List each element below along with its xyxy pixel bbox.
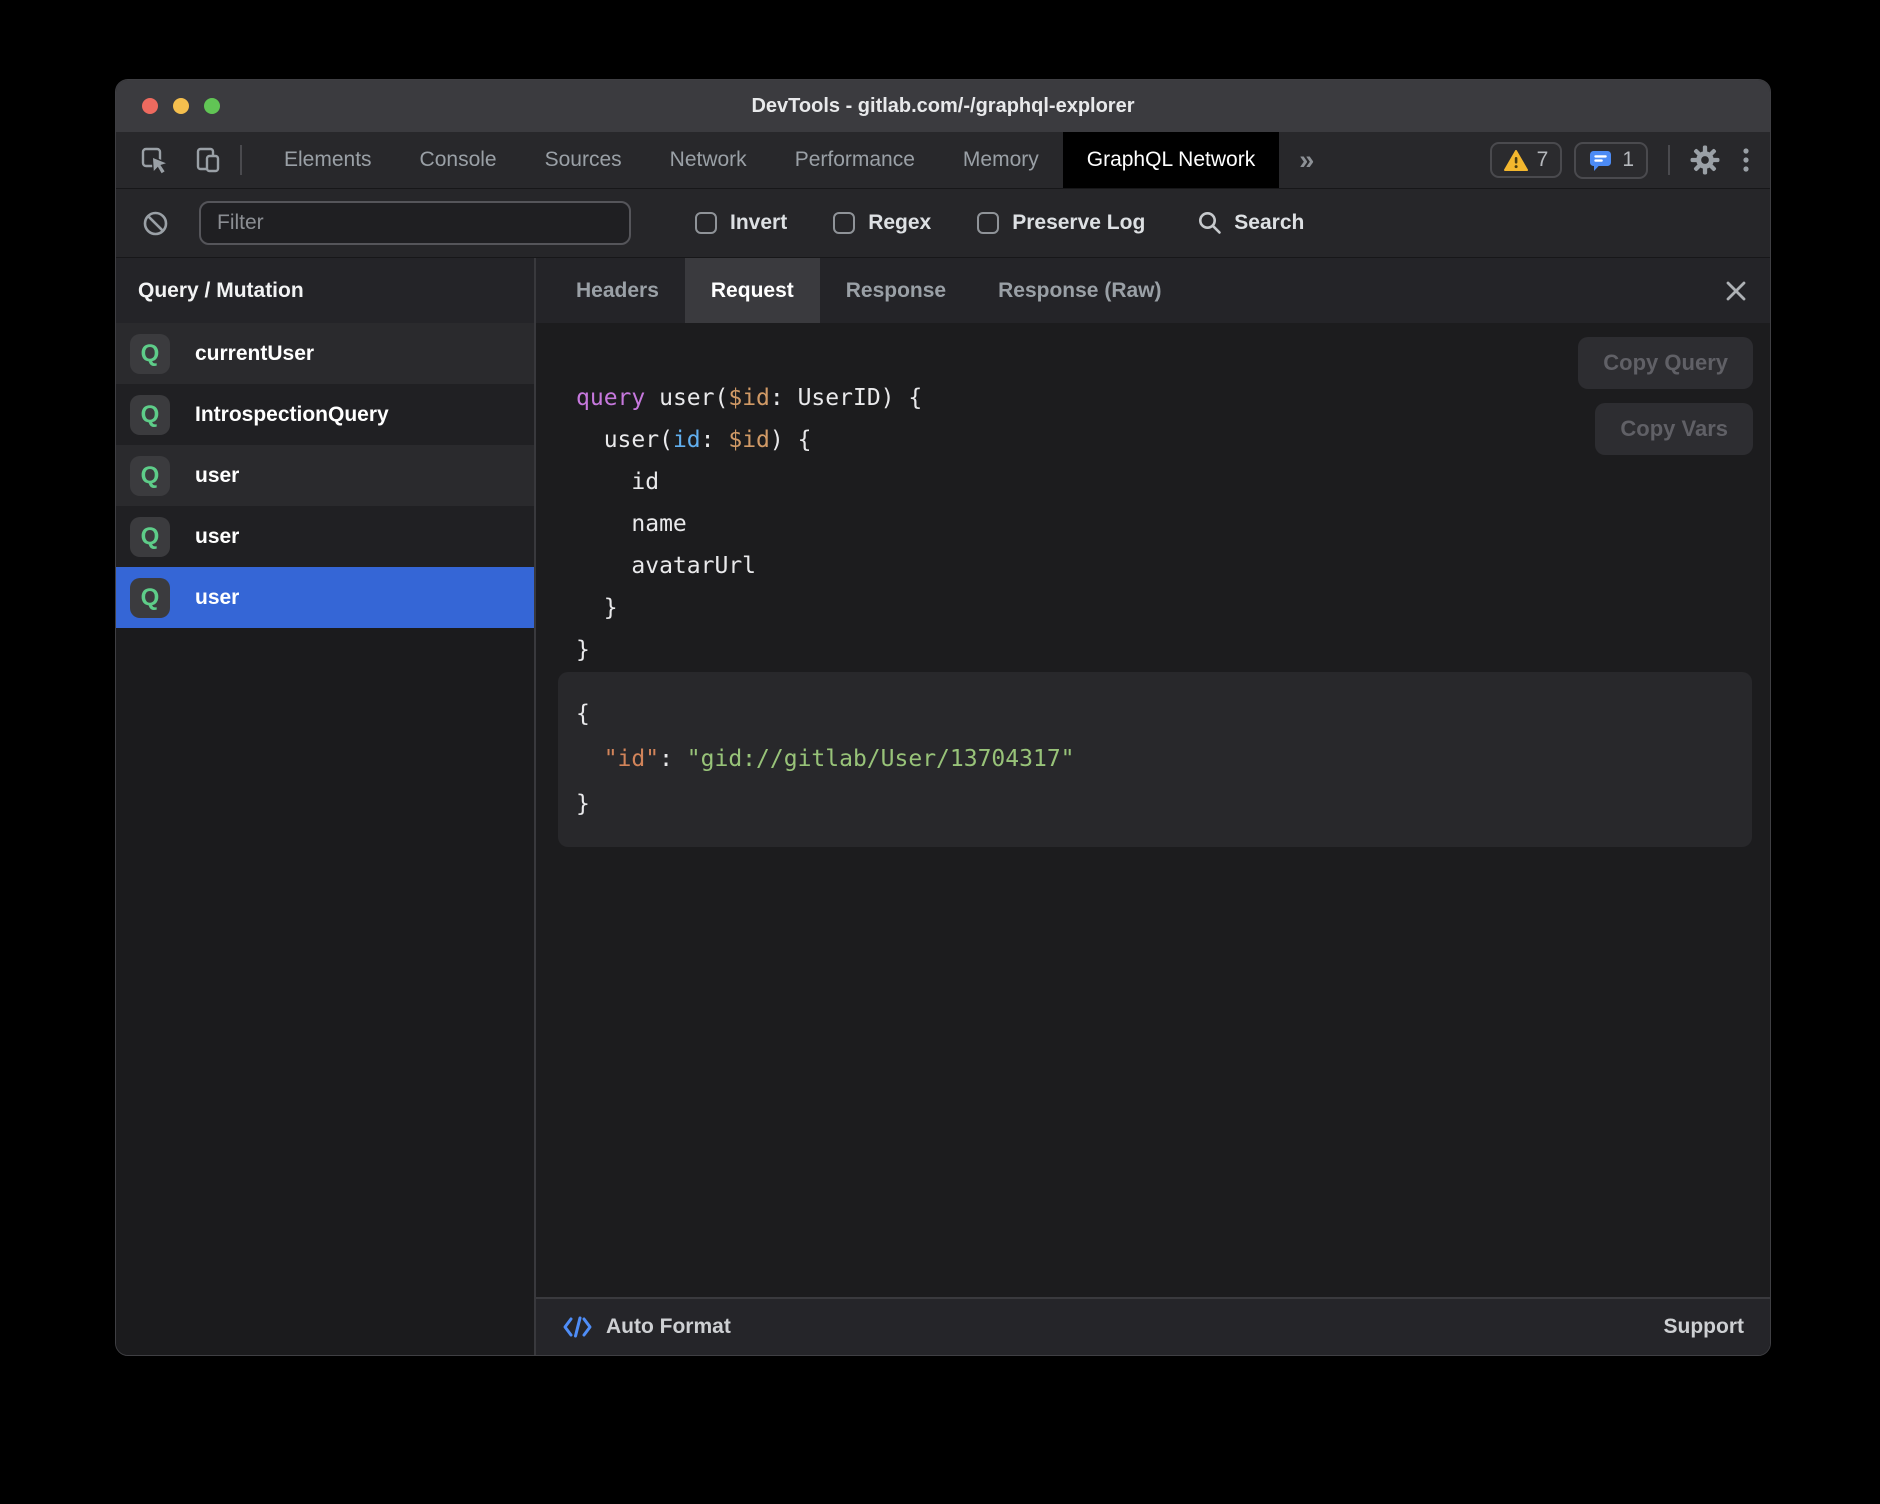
code-line: avatarUrl (576, 545, 922, 587)
tab-request[interactable]: Request (685, 258, 820, 323)
code-line: } (576, 629, 922, 671)
search-icon (1197, 210, 1223, 236)
code-line: { (576, 692, 1734, 737)
kebab-menu-icon[interactable] (1742, 146, 1750, 174)
close-detail-icon[interactable] (1724, 258, 1748, 323)
query-list-header: Query / Mutation (116, 258, 534, 323)
query-row-user-2[interactable]: Q user (116, 506, 534, 567)
request-body: query user($id: UserID) { user(id: $id) … (536, 323, 1770, 1297)
query-row-label: IntrospectionQuery (195, 403, 389, 427)
code-line: query user($id: UserID) { (576, 377, 922, 419)
code-line: "id": "gid://gitlab/User/13704317" (576, 737, 1734, 782)
auto-format-button[interactable]: Auto Format (562, 1315, 731, 1339)
request-detail-panel: Headers Request Response Response (Raw) … (536, 258, 1770, 1355)
filter-bar: Invert Regex Preserve Log (116, 189, 1770, 258)
copy-vars-button[interactable]: Copy Vars (1595, 403, 1753, 455)
invert-checkbox-label: Invert (730, 211, 787, 235)
window-controls (142, 98, 220, 114)
query-row-user-1[interactable]: Q user (116, 445, 534, 506)
tab-headers[interactable]: Headers (550, 258, 685, 323)
query-type-badge: Q (130, 456, 170, 496)
filter-input[interactable] (199, 201, 631, 245)
query-row-introspectionquery[interactable]: Q IntrospectionQuery (116, 384, 534, 445)
title-bar: DevTools - gitlab.com/-/graphql-explorer (116, 80, 1770, 132)
preserve-log-checkbox-label: Preserve Log (1012, 211, 1145, 235)
warning-icon (1504, 150, 1528, 171)
warnings-badge[interactable]: 7 (1490, 142, 1563, 178)
detail-tabs: Headers Request Response Response (Raw) (536, 258, 1770, 323)
regex-checkbox-label: Regex (868, 211, 931, 235)
tab-sources[interactable]: Sources (521, 132, 646, 188)
regex-checkbox-box[interactable] (833, 212, 855, 234)
chat-bubble-icon (1588, 148, 1613, 173)
devtools-window: DevTools - gitlab.com/-/graphql-explorer (115, 79, 1771, 1356)
query-row-label: user (195, 464, 239, 488)
detail-footer: Auto Format Support (536, 1297, 1770, 1355)
content-area: Query / Mutation Q currentUser Q Introsp… (116, 258, 1770, 1355)
tab-console[interactable]: Console (396, 132, 521, 188)
copy-query-button[interactable]: Copy Query (1578, 337, 1753, 389)
invert-checkbox[interactable]: Invert (695, 211, 787, 235)
query-type-badge: Q (130, 395, 170, 435)
code-line: name (576, 503, 922, 545)
desktop-background: DevTools - gitlab.com/-/graphql-explorer (0, 0, 1880, 1504)
devtools-toolbar: Elements Console Sources Network Perform… (116, 132, 1770, 189)
code-line: id (576, 461, 922, 503)
query-row-currentuser[interactable]: Q currentUser (116, 323, 534, 384)
support-link[interactable]: Support (1664, 1315, 1744, 1339)
query-type-badge: Q (130, 334, 170, 374)
panel-tabs: Elements Console Sources Network Perform… (260, 132, 1279, 188)
zoom-window-button[interactable] (204, 98, 220, 114)
query-row-user-3-selected[interactable]: Q user (116, 567, 534, 628)
code-line: user(id: $id) { (576, 419, 922, 461)
minimize-window-button[interactable] (173, 98, 189, 114)
query-row-label: currentUser (195, 342, 314, 366)
close-window-button[interactable] (142, 98, 158, 114)
invert-checkbox-box[interactable] (695, 212, 717, 234)
toolbar-divider (1668, 145, 1670, 175)
preserve-log-checkbox-box[interactable] (977, 212, 999, 234)
tab-response-raw[interactable]: Response (Raw) (972, 258, 1187, 323)
query-variables-box: { "id": "gid://gitlab/User/13704317"} (558, 672, 1752, 847)
query-row-label: user (195, 586, 239, 610)
more-tabs-chevron[interactable]: » (1279, 132, 1334, 188)
code-line: } (576, 587, 922, 629)
query-list-panel: Query / Mutation Q currentUser Q Introsp… (116, 258, 536, 1355)
issues-badge[interactable]: 1 (1574, 142, 1648, 179)
graphql-query-code: query user($id: UserID) { user(id: $id) … (576, 377, 922, 671)
settings-gear-icon[interactable] (1690, 145, 1720, 175)
device-toolbar-icon[interactable] (194, 146, 222, 174)
tab-performance[interactable]: Performance (771, 132, 939, 188)
window-title: DevTools - gitlab.com/-/graphql-explorer (116, 95, 1770, 118)
regex-checkbox[interactable]: Regex (833, 211, 931, 235)
tab-response[interactable]: Response (820, 258, 972, 323)
query-type-badge: Q (130, 517, 170, 557)
toolbar-divider (240, 145, 242, 175)
issues-count: 1 (1622, 148, 1634, 172)
tab-network[interactable]: Network (646, 132, 771, 188)
search-label: Search (1234, 211, 1304, 235)
clear-block-icon[interactable] (142, 210, 169, 237)
query-type-badge: Q (130, 578, 170, 618)
warnings-count: 7 (1537, 148, 1549, 172)
inspect-element-icon[interactable] (140, 146, 168, 174)
tab-elements[interactable]: Elements (260, 132, 396, 188)
code-line: } (576, 782, 1734, 827)
code-brackets-icon (562, 1315, 593, 1339)
tab-graphql-network[interactable]: GraphQL Network (1063, 132, 1279, 188)
tab-memory[interactable]: Memory (939, 132, 1063, 188)
query-row-label: user (195, 525, 239, 549)
auto-format-label: Auto Format (606, 1315, 731, 1339)
preserve-log-checkbox[interactable]: Preserve Log (977, 211, 1145, 235)
search-button[interactable]: Search (1197, 210, 1304, 236)
